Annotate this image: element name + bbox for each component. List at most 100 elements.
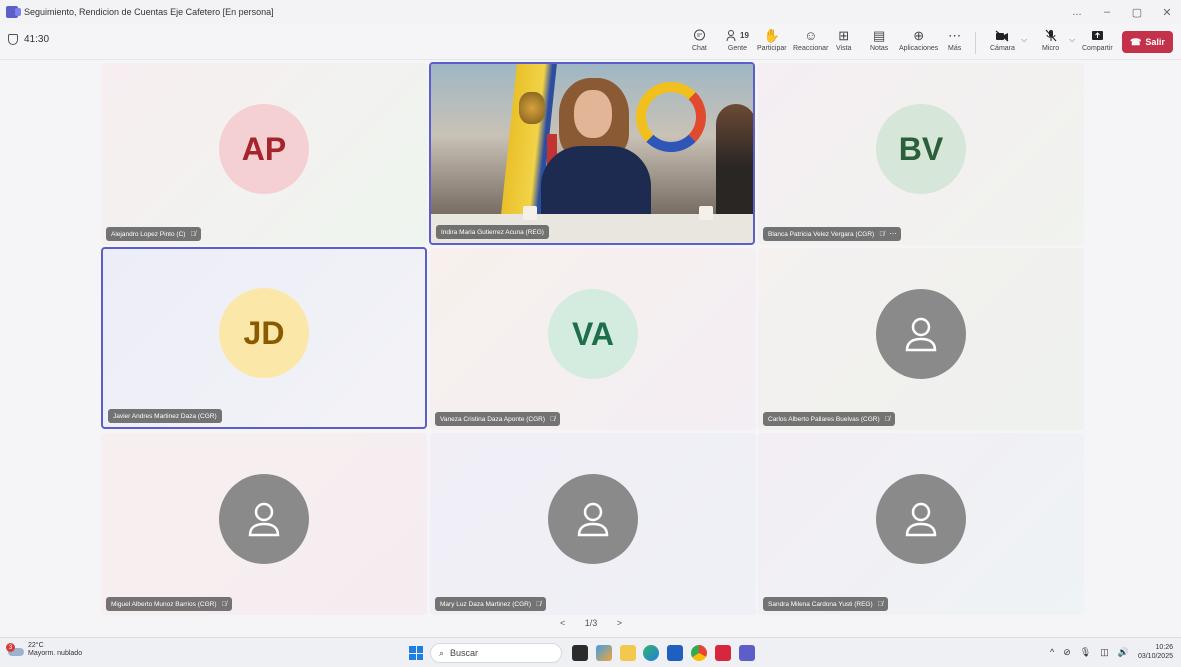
window-title-bar: Seguimiento, Rendicion de Cuentas Eje Ca… xyxy=(0,0,1181,24)
camera-label: Cámara xyxy=(990,45,1015,52)
person-avatar-icon xyxy=(876,289,966,379)
person-avatar-icon xyxy=(219,474,309,564)
clock-date: 03/10/2025 xyxy=(1137,653,1173,660)
notes-button[interactable]: ▤ Notas xyxy=(870,27,888,59)
task-view-icon[interactable] xyxy=(572,645,588,661)
grid-view-icon: ⊞ xyxy=(838,27,850,43)
volume-icon[interactable]: 🔊 xyxy=(1118,647,1129,658)
shield-icon xyxy=(8,34,18,45)
mic-button[interactable]: Micro xyxy=(1042,27,1059,59)
participant-name: Mary Luz Daza Martinez (CGR) xyxy=(440,600,532,608)
view-button[interactable]: ⊞ Vista xyxy=(836,27,851,59)
participant-tile[interactable]: AP Alejandro Lopez Pinto (C) 🎙̸ xyxy=(101,63,427,245)
prev-page-button[interactable]: < xyxy=(560,618,565,628)
participant-name: Vaneza Cristina Daza Aponte (CGR) xyxy=(440,415,546,423)
camera-button[interactable]: Cámara xyxy=(990,27,1015,59)
react-button[interactable]: ☺ Reaccionar xyxy=(793,27,828,59)
person-avatar-icon xyxy=(876,474,966,564)
participant-name: Carlos Alberto Pallares Buelvas (CGR) xyxy=(768,415,880,423)
mic-off-icon: 🎙̸ xyxy=(550,415,556,423)
mic-off-icon xyxy=(1045,27,1057,44)
share-label: Compartir xyxy=(1082,45,1113,52)
wifi-icon[interactable]: ◫ xyxy=(1100,647,1109,658)
edge-icon[interactable] xyxy=(643,645,659,661)
minimize-icon[interactable]: – xyxy=(1101,6,1113,18)
participant-video-tile[interactable]: Indira Maria Gutierrez Acuna (REG) xyxy=(429,62,755,245)
participant-avatar: JD xyxy=(219,288,309,378)
more-icon: ⋯ xyxy=(948,27,962,43)
hand-icon: ✋ xyxy=(763,27,780,43)
participant-tile[interactable]: Sandra Milena Cardona Yusti (REG) 🎙̸ xyxy=(758,433,1084,615)
more-options-icon[interactable]: ... xyxy=(1071,6,1083,18)
participant-name-tag: Blanca Patricia Velez Vergara (CGR) 🎙̸ ⋯ xyxy=(763,227,902,241)
meeting-timer: 41:30 xyxy=(8,34,49,45)
more-icon[interactable]: ⋯ xyxy=(889,230,896,238)
participant-avatar: VA xyxy=(548,289,638,379)
clock-time: 10:26 xyxy=(1155,644,1173,651)
next-page-button[interactable]: > xyxy=(617,618,622,628)
timer-text: 41:30 xyxy=(24,34,50,45)
apps-button[interactable]: ⊕ Aplicaciones xyxy=(899,27,938,59)
chevron-up-icon[interactable]: ^ xyxy=(1050,647,1054,657)
phone-hangup-icon: ☎ xyxy=(1130,36,1142,47)
weather-widget[interactable]: 3 22°C Mayorm. nublado xyxy=(6,642,82,658)
coat-of-arms-decor xyxy=(519,92,545,124)
participant-tile[interactable]: VA Vaneza Cristina Daza Aponte (CGR) 🎙̸ xyxy=(430,248,756,430)
participant-name: Sandra Milena Cardona Yusti (REG) xyxy=(768,600,873,608)
participant-name-tag: Vaneza Cristina Daza Aponte (CGR) 🎙̸ xyxy=(435,412,561,426)
people-label: Gente xyxy=(727,45,747,52)
mic-off-icon: 🎙̸ xyxy=(536,600,542,608)
page-indicator: 1/3 xyxy=(584,618,598,628)
participant-tile[interactable]: JD Javier Andres Martinez Daza (CGR) xyxy=(101,247,427,429)
participant-name-tag: Sandra Milena Cardona Yusti (REG) 🎙̸ xyxy=(763,597,888,611)
participant-tile[interactable]: Mary Luz Daza Martinez (CGR) 🎙̸ xyxy=(430,433,756,615)
chrome-icon[interactable] xyxy=(691,645,707,661)
copilot-icon[interactable] xyxy=(596,645,612,661)
toolbar-divider xyxy=(975,32,976,54)
camera-options-chevron-icon[interactable]: ⌵ xyxy=(1021,35,1027,45)
acrobat-icon[interactable] xyxy=(715,645,731,661)
participant-name-tag: Carlos Alberto Pallares Buelvas (CGR) 🎙̸ xyxy=(763,412,895,426)
participant-avatar: BV xyxy=(876,104,966,194)
file-explorer-icon[interactable] xyxy=(620,645,636,661)
mic-options-chevron-icon[interactable]: ⌵ xyxy=(1069,35,1075,45)
participant-tile[interactable]: BV Blanca Patricia Velez Vergara (CGR) 🎙̸… xyxy=(758,63,1084,245)
person-avatar-icon xyxy=(548,474,638,564)
participant-tile[interactable]: Carlos Alberto Pallares Buelvas (CGR) 🎙̸ xyxy=(758,248,1084,430)
more-label: Más xyxy=(948,45,962,52)
taskbar-search[interactable]: ⌕ Buscar xyxy=(430,643,562,663)
outlook-icon[interactable] xyxy=(667,645,683,661)
weather-condition: Mayorm. nublado xyxy=(28,650,83,657)
smile-icon: ☺ xyxy=(804,28,818,43)
network-icon[interactable]: ⊘ xyxy=(1063,647,1071,658)
windows-taskbar: 3 22°C Mayorm. nublado ⌕ Buscar ^ ⊘ 🎙 ◫ … xyxy=(0,637,1181,667)
participant-name: Indira Maria Gutierrez Acuna (REG) xyxy=(441,228,544,236)
more-button[interactable]: ⋯ Más xyxy=(948,27,961,59)
clock[interactable]: 10:26 03/10/2025 xyxy=(1138,643,1173,661)
participant-tile[interactable]: Miguel Alberto Munoz Barrios (CGR) 🎙̸ xyxy=(101,433,427,615)
participant-name: Javier Andres Martinez Daza (CGR) xyxy=(113,412,217,420)
search-placeholder: Buscar xyxy=(450,648,479,658)
logo-decor xyxy=(636,82,706,152)
temperature: 22°C xyxy=(28,642,44,649)
add-apps-icon: ⊕ xyxy=(913,27,925,43)
raise-hand-button[interactable]: ✋ Participar xyxy=(757,27,787,59)
leave-label: Salir xyxy=(1145,37,1165,47)
close-icon[interactable]: ✕ xyxy=(1161,6,1173,19)
teams-taskbar-icon[interactable] xyxy=(739,645,755,661)
speaker-face-decor xyxy=(574,90,612,138)
mic-off-icon: 🎙̸ xyxy=(884,415,890,423)
maximize-icon[interactable]: ▢ xyxy=(1131,6,1143,19)
mic-off-icon: 🎙̸ xyxy=(190,230,196,238)
mic-muted-tray-icon[interactable]: 🎙 xyxy=(1080,647,1091,658)
leave-button[interactable]: ☎ Salir xyxy=(1122,31,1173,53)
participant-name-tag: Javier Andres Martinez Daza (CGR) xyxy=(108,409,222,423)
participant-name-tag: Indira Maria Gutierrez Acuna (REG) xyxy=(436,225,549,239)
people-button[interactable]: 19 Gente xyxy=(726,27,749,59)
participant-name-tag: Mary Luz Daza Martinez (CGR) 🎙̸ xyxy=(435,597,547,611)
windows-start-icon[interactable] xyxy=(409,646,423,660)
share-button[interactable]: Compartir xyxy=(1082,27,1113,59)
raise-hand-label: Participar xyxy=(757,45,787,52)
gallery-pager: < 1/3 > xyxy=(560,618,622,628)
chat-button[interactable]: Chat xyxy=(692,27,707,59)
